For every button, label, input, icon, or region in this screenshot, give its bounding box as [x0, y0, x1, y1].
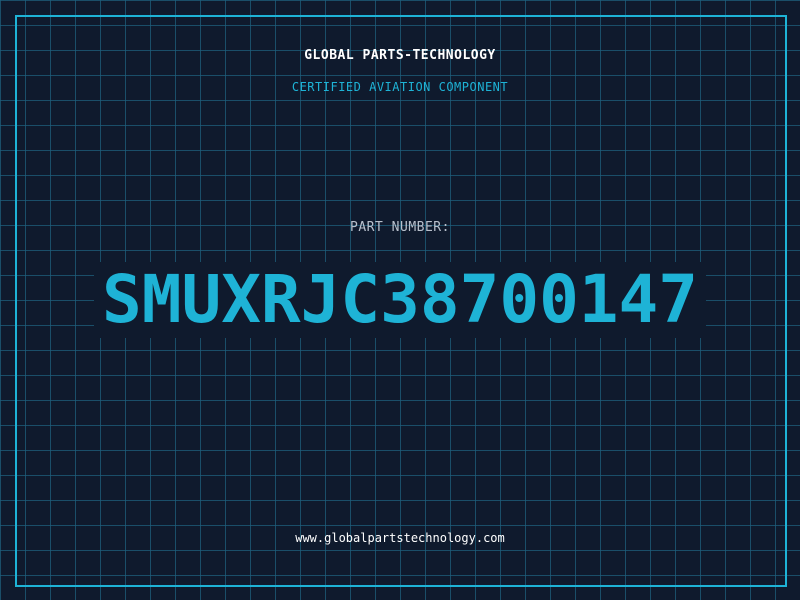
part-number-label: PART NUMBER:: [350, 220, 450, 235]
website-url: www.globalpartstechnology.com: [295, 531, 505, 545]
part-number-value: SMUXRJC38700147: [93, 262, 707, 338]
company-name: GLOBAL PARTS-TECHNOLOGY: [304, 48, 496, 63]
part-number-container: SMUXRJC38700147: [0, 262, 800, 338]
certification-tagline: CERTIFIED AVIATION COMPONENT: [291, 80, 509, 94]
